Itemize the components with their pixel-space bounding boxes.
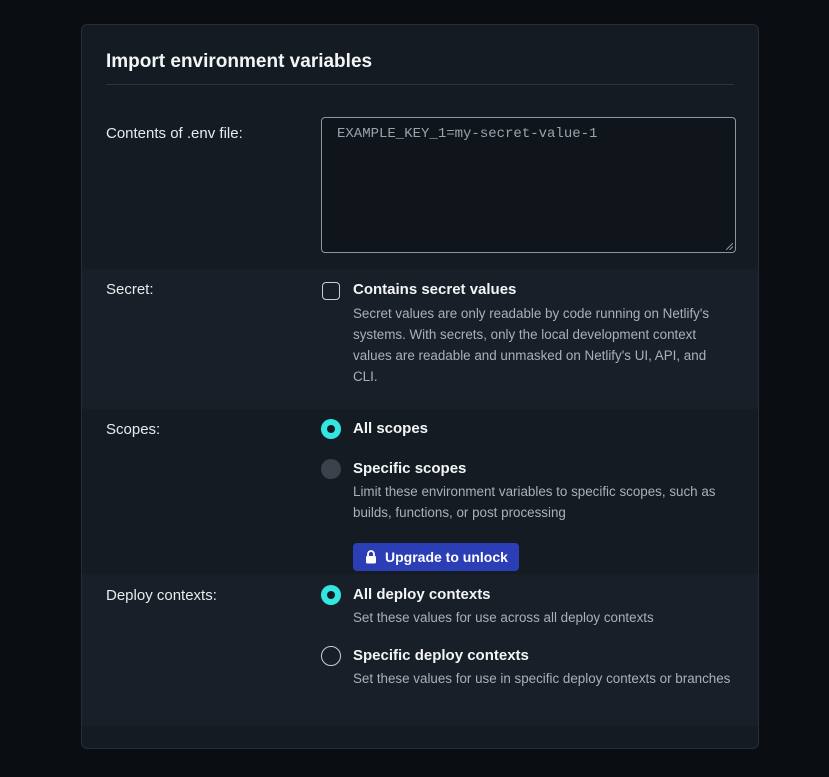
secret-label: Secret: xyxy=(106,281,154,298)
import-env-vars-dialog: Import environment variables Contents of… xyxy=(81,24,759,749)
deploy-specific-description: Set these values for use in specific dep… xyxy=(353,671,731,686)
upgrade-button-label: Upgrade to unlock xyxy=(385,549,508,565)
deploy-all-description: Set these values for use across all depl… xyxy=(353,610,654,625)
deploy-specific-label[interactable]: Specific deploy contexts xyxy=(353,647,529,664)
deploy-option-all[interactable]: All deploy contexts Set these values for… xyxy=(321,585,741,631)
secret-row: Secret: Contains secret values Secret va… xyxy=(82,269,758,409)
deploy-contexts-row: Deploy contexts: All deploy contexts Set… xyxy=(82,574,758,726)
scope-specific-radio[interactable] xyxy=(321,459,341,479)
deploy-all-label[interactable]: All deploy contexts xyxy=(353,586,491,603)
scope-all-radio[interactable] xyxy=(321,419,341,439)
scope-specific-label[interactable]: Specific scopes xyxy=(353,460,466,477)
scopes-row: Scopes: All scopes Specific scopes Limit… xyxy=(82,409,758,574)
scope-option-all[interactable]: All scopes xyxy=(321,419,741,441)
scope-option-specific[interactable]: Specific scopes Limit these environment … xyxy=(321,459,741,574)
scope-all-label[interactable]: All scopes xyxy=(353,420,428,437)
secret-option[interactable]: Contains secret values Secret values are… xyxy=(321,281,741,391)
env-file-value: EXAMPLE_KEY_1=my-secret-value-1 xyxy=(337,126,598,142)
deploy-contexts-label: Deploy contexts: xyxy=(106,587,217,604)
env-file-label: Contents of .env file: xyxy=(106,125,243,142)
secret-description: Secret values are only readable by code … xyxy=(353,306,710,384)
lock-icon xyxy=(366,550,376,564)
resize-handle-icon[interactable] xyxy=(726,243,733,250)
secret-checkbox[interactable] xyxy=(322,282,340,300)
secret-checkbox-label[interactable]: Contains secret values xyxy=(353,281,516,298)
scopes-label: Scopes: xyxy=(106,421,161,438)
scope-specific-description: Limit these environment variables to spe… xyxy=(353,484,716,520)
deploy-all-radio[interactable] xyxy=(321,585,341,605)
deploy-specific-radio[interactable] xyxy=(321,646,341,666)
dialog-title: Import environment variables xyxy=(106,51,373,72)
env-file-textarea[interactable]: EXAMPLE_KEY_1=my-secret-value-1 xyxy=(321,117,736,253)
deploy-option-specific[interactable]: Specific deploy contexts Set these value… xyxy=(321,646,741,714)
upgrade-to-unlock-button[interactable]: Upgrade to unlock xyxy=(353,543,519,571)
